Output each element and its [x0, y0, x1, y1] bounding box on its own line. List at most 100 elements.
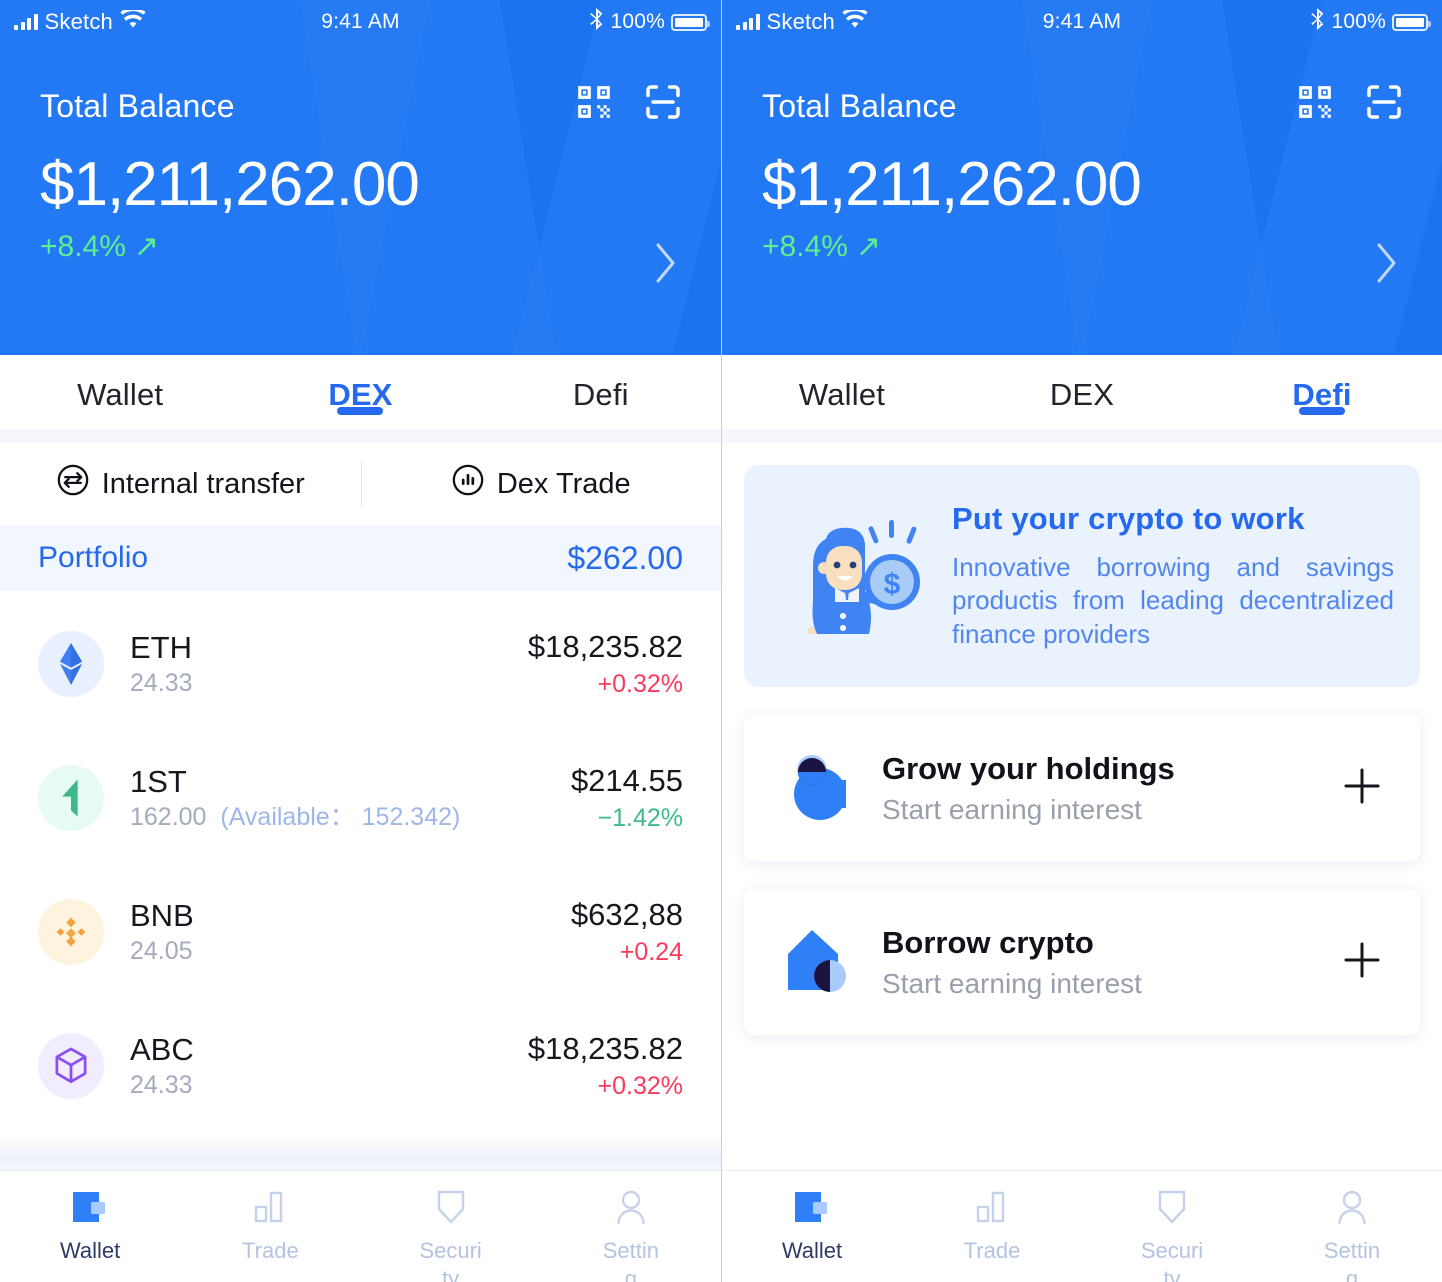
carrier-label: Sketch	[766, 9, 835, 34]
plus-icon[interactable]	[1338, 936, 1386, 989]
scan-frame-icon[interactable]	[643, 82, 683, 127]
token-value: $18,235.82 +0.32%	[528, 631, 683, 697]
dex-trade-button[interactable]: Dex Trade	[361, 463, 722, 505]
qr-code-icon[interactable]	[1296, 83, 1334, 126]
section-tabs-left: Wallet DEX Defi	[0, 355, 721, 443]
token-amount: 24.33	[130, 1071, 193, 1099]
abc-cube-coin-icon	[38, 1033, 104, 1099]
nav-item-wallet[interactable]: Wallet	[0, 1187, 180, 1265]
qr-code-icon[interactable]	[575, 83, 613, 126]
token-value: $632,88 +0.24	[571, 899, 683, 965]
token-amount-value: 162.00	[130, 803, 207, 831]
user-icon	[614, 1187, 648, 1227]
token-change: −1.42%	[597, 804, 684, 832]
internal-transfer-button[interactable]: Internal transfer	[0, 463, 361, 505]
token-info: ABC 24.33	[130, 1034, 528, 1098]
defi-card-title: Grow your holdings	[882, 750, 1175, 786]
table-row[interactable]: ABC 24.33 $18,235.82 +0.32%	[0, 999, 721, 1133]
table-row[interactable]: BNB 24.05 $632,88 +0.24	[0, 865, 721, 999]
status-bar-left: Sketch	[14, 7, 146, 35]
svg-text:$: $	[884, 568, 901, 601]
dual-phone-mockup: Sketch 9:41 AM 100% Total Balance $1,211…	[0, 0, 1442, 1282]
nav-item-wallet[interactable]: Wallet	[722, 1187, 902, 1265]
nav-item-setting[interactable]: Setting	[1262, 1187, 1442, 1282]
borrow-crypto-house-icon	[774, 916, 866, 1008]
total-balance-value: $1,211,262.00	[40, 150, 420, 219]
nav-label: Wallet	[59, 1238, 121, 1263]
nav-item-trade[interactable]: Trade	[902, 1187, 1082, 1265]
balance-detail-chevron[interactable]	[653, 240, 679, 286]
bottom-nav-left: Wallet Trade Security Setting	[0, 1170, 721, 1282]
balance-detail-chevron[interactable]	[1374, 240, 1400, 286]
nav-label: Security	[419, 1238, 482, 1282]
defi-card-grow-holdings[interactable]: Grow your holdings Start earning interes…	[744, 715, 1420, 861]
header-body: Total Balance $1,211,262.00 +8.4% ↗	[722, 44, 1442, 283]
signal-bars-icon	[14, 14, 38, 30]
table-row[interactable]: 1ST 162.00 (Available： 152.342) $214.55 …	[0, 731, 721, 865]
tab-label: Defi	[572, 377, 629, 412]
tab-active-underline	[337, 407, 384, 415]
nav-label: Setting	[602, 1238, 659, 1282]
token-price: $18,235.82	[527, 1031, 683, 1066]
phone-screen-dex: Sketch 9:41 AM 100% Total Balance $1,211…	[0, 0, 721, 1282]
nav-label: Setting	[1323, 1238, 1381, 1282]
token-symbol: BNB	[130, 898, 194, 933]
action-divider	[360, 461, 362, 507]
first-blood-coin-icon	[38, 765, 104, 831]
tab-dex[interactable]: DEX	[962, 355, 1202, 413]
wifi-icon	[842, 7, 868, 35]
total-balance-value: $1,211,262.00	[762, 150, 1142, 219]
dex-action-row: Internal transfer Dex Trade	[0, 443, 721, 525]
token-price: $632,88	[570, 897, 683, 932]
wallet-icon	[72, 1187, 108, 1227]
tab-label: DEX	[1049, 377, 1115, 412]
portfolio-row[interactable]: Portfolio $262.00	[0, 525, 721, 591]
trend-up-arrow-icon: ↗	[133, 230, 160, 264]
tab-wallet[interactable]: Wallet	[0, 355, 240, 413]
battery-percent-label: 100%	[610, 10, 665, 33]
token-amount: 162.00 (Available： 152.342)	[130, 805, 571, 830]
token-change: +0.24	[619, 938, 683, 966]
nav-label: Wallet	[781, 1238, 843, 1263]
token-change: +0.32%	[597, 670, 684, 698]
internal-transfer-label: Internal transfer	[101, 467, 305, 500]
user-icon	[1335, 1187, 1369, 1227]
header-icon-group	[575, 82, 683, 127]
promo-title: Put your crypto to work	[952, 501, 1305, 537]
tab-defi[interactable]: Defi	[1202, 355, 1442, 415]
token-amount: 24.05	[130, 937, 193, 965]
header-icon-group	[1296, 82, 1404, 127]
token-change: +0.32%	[597, 1072, 684, 1100]
nav-label: Trade	[963, 1238, 1021, 1263]
defi-card-subtitle: Start earning interest	[882, 793, 1142, 825]
header-body: Total Balance $1,211,262.00 +8.4% ↗	[0, 44, 721, 283]
nav-item-trade[interactable]: Trade	[180, 1187, 360, 1265]
portfolio-value: $262.00	[567, 539, 683, 576]
trade-bars-icon	[974, 1187, 1010, 1227]
table-row[interactable]: ETH 24.33 $18,235.82 +0.32%	[0, 597, 721, 731]
plus-icon[interactable]	[1338, 762, 1386, 815]
nav-item-security[interactable]: Security	[1082, 1187, 1262, 1282]
status-bar-right: 100%	[1310, 7, 1431, 37]
scan-frame-icon[interactable]	[1364, 82, 1404, 127]
token-list: ETH 24.33 $18,235.82 +0.32% 1ST 162.00 (…	[0, 591, 721, 1133]
defi-card-borrow-crypto[interactable]: Borrow crypto Start earning interest	[744, 889, 1420, 1035]
tab-active-underline	[1299, 407, 1345, 415]
tab-wallet[interactable]: Wallet	[722, 355, 962, 413]
nav-item-security[interactable]: Security	[361, 1187, 541, 1282]
battery-full-icon	[671, 13, 710, 31]
trend-up-arrow-icon: ↗	[855, 230, 882, 264]
tab-label: Wallet	[798, 377, 886, 412]
promo-banner[interactable]: $ Put your crypto to work Innovative bor…	[744, 465, 1420, 687]
token-available: (Available： 152.342)	[220, 803, 461, 831]
tab-dex[interactable]: DEX	[240, 355, 480, 415]
balance-header: Sketch 9:41 AM 100% Total Balance $1,211…	[0, 0, 721, 355]
tab-defi[interactable]: Defi	[481, 355, 721, 413]
nav-item-setting[interactable]: Setting	[541, 1187, 721, 1282]
token-amount: 24.33	[130, 669, 193, 697]
defi-content: $ Put your crypto to work Innovative bor…	[722, 443, 1442, 1170]
shield-icon	[1156, 1187, 1188, 1227]
bluetooth-icon	[589, 7, 604, 37]
wallet-icon	[794, 1187, 830, 1227]
balance-header: Sketch 9:41 AM 100% Total Balance $1,211…	[722, 0, 1442, 355]
